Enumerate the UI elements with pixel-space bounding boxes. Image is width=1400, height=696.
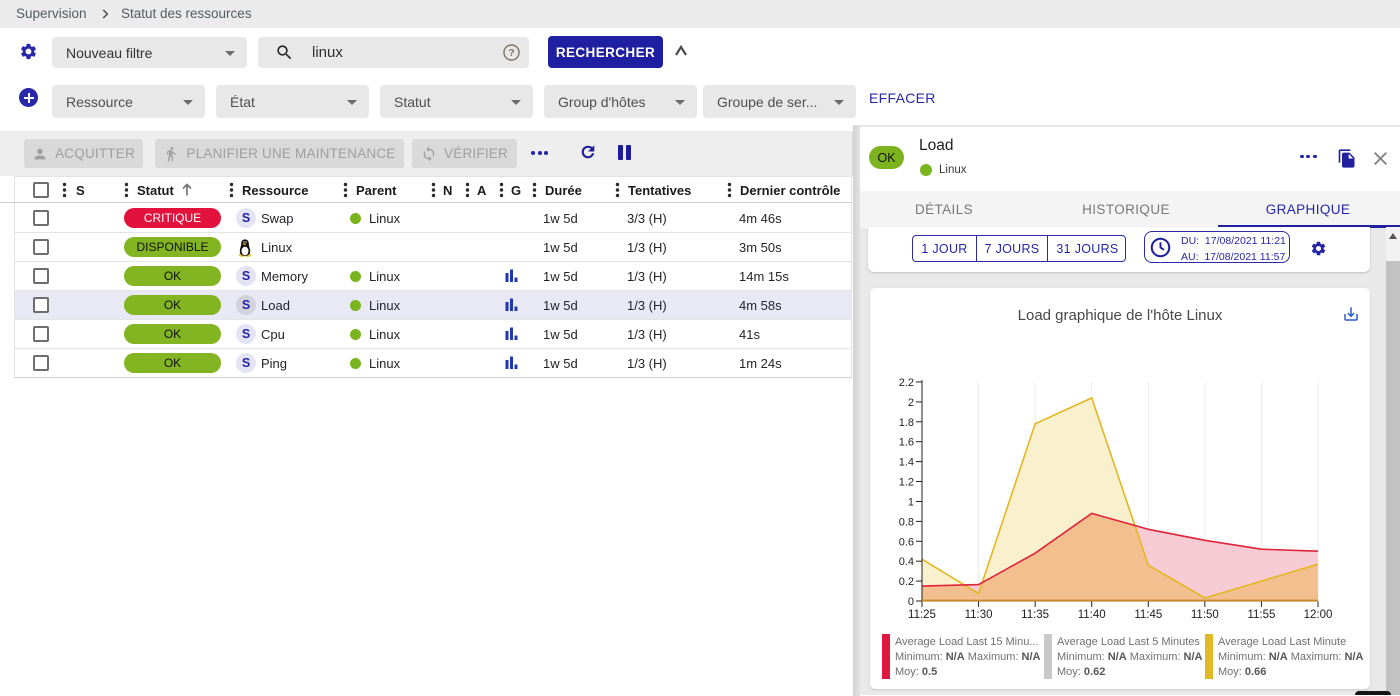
svg-text:1.8: 1.8 xyxy=(899,417,914,429)
svg-text:Load graphique de l'hôte Linux: Load graphique de l'hôte Linux xyxy=(1018,307,1223,324)
svg-text:1: 1 xyxy=(908,497,914,509)
svg-text:0.6: 0.6 xyxy=(899,536,914,548)
svg-text:Moy: 0.62: Moy: 0.62 xyxy=(1057,666,1105,678)
svg-text:Minimum: N/A Maximum: N/A: Minimum: N/A Maximum: N/A xyxy=(1218,651,1364,663)
svg-text:11:50: 11:50 xyxy=(1191,609,1219,621)
svg-text:Minimum: N/A Maximum: N/A: Minimum: N/A Maximum: N/A xyxy=(895,651,1041,663)
svg-text:11:55: 11:55 xyxy=(1247,609,1275,621)
svg-text:Minimum: N/A Maximum: N/A: Minimum: N/A Maximum: N/A xyxy=(1057,651,1203,663)
svg-text:1.2: 1.2 xyxy=(899,477,914,489)
svg-text:Average Load Last 5 Minutes: Average Load Last 5 Minutes xyxy=(1057,636,1200,648)
svg-text:11:25: 11:25 xyxy=(908,609,936,621)
svg-text:?: ? xyxy=(508,48,514,59)
svg-text:11:35: 11:35 xyxy=(1021,609,1049,621)
svg-text:0.4: 0.4 xyxy=(899,556,914,568)
svg-text:11:30: 11:30 xyxy=(965,609,993,621)
svg-text:2.2: 2.2 xyxy=(899,377,914,389)
svg-text:0: 0 xyxy=(908,596,914,608)
svg-text:0.2: 0.2 xyxy=(899,576,914,588)
svg-text:Moy: 0.5: Moy: 0.5 xyxy=(895,666,937,678)
svg-text:11:40: 11:40 xyxy=(1078,609,1106,621)
svg-text:2: 2 xyxy=(908,397,914,409)
svg-text:Average Load Last 15 Minu...: Average Load Last 15 Minu... xyxy=(895,636,1039,648)
svg-text:Average Load Last Minute: Average Load Last Minute xyxy=(1218,636,1346,648)
svg-text:Moy: 0.66: Moy: 0.66 xyxy=(1218,666,1266,678)
svg-text:12:00: 12:00 xyxy=(1304,609,1333,621)
svg-text:1.6: 1.6 xyxy=(899,437,914,449)
svg-text:1.4: 1.4 xyxy=(899,457,914,469)
svg-text:11:45: 11:45 xyxy=(1134,609,1162,621)
svg-text:0.8: 0.8 xyxy=(899,516,914,528)
